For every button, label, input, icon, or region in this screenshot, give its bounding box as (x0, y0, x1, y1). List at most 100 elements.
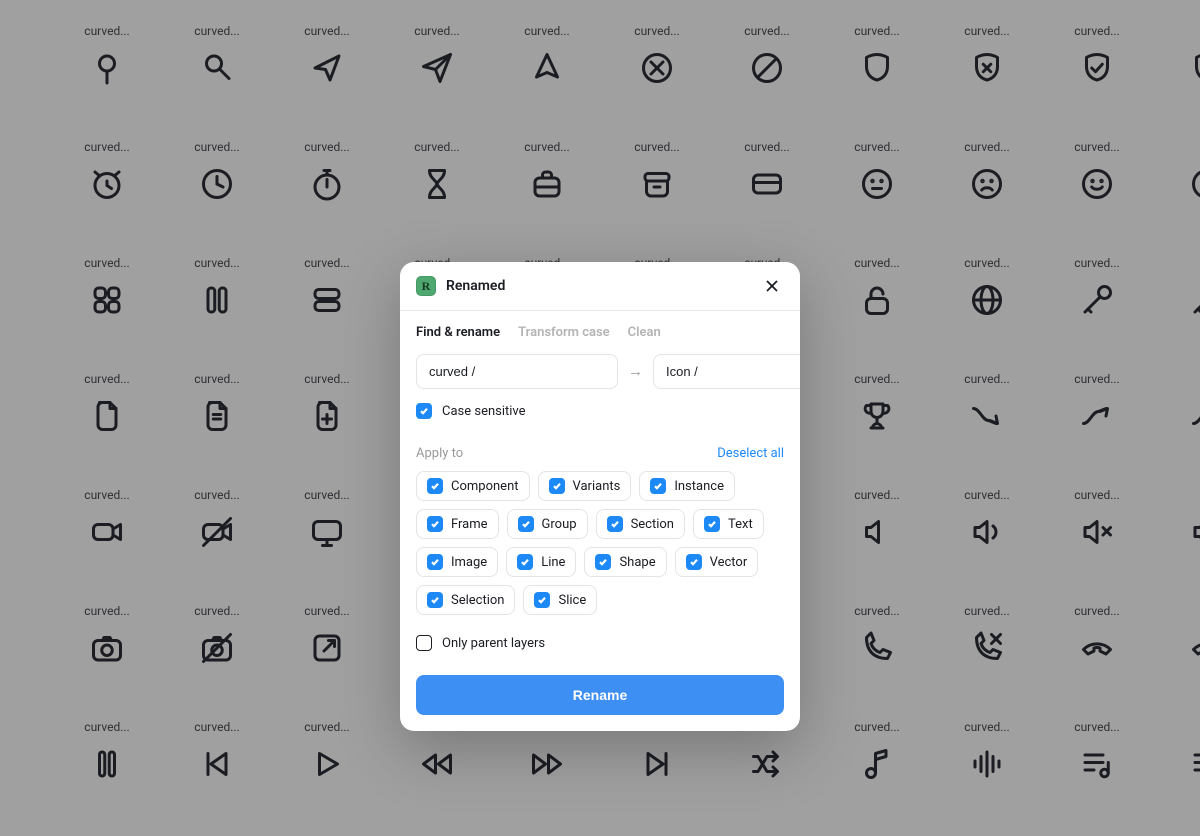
app-badge-icon: R (416, 276, 436, 296)
rename-button[interactable]: Rename (416, 675, 784, 715)
canvas-item-phone-end[interactable]: curved... (1042, 604, 1152, 720)
filter-chip-text[interactable]: Text (693, 509, 764, 539)
canvas-item-globe[interactable]: curved... (932, 256, 1042, 372)
rename-dialog: R Renamed Find & rename Transform case C… (400, 262, 800, 731)
canvas-item-file-plus[interactable]: curved... (272, 372, 382, 488)
filter-chip-frame[interactable]: Frame (416, 509, 499, 539)
canvas-item-phone-missed[interactable]: curved... (932, 604, 1042, 720)
canvas-item-video[interactable]: curved... (52, 488, 162, 604)
face-neutral-icon (855, 162, 899, 206)
canvas-item-send[interactable]: curved... (272, 24, 382, 140)
canvas-item-circle-cross[interactable]: curved... (602, 24, 712, 140)
canvas-item-playlist[interactable]: curved... (1042, 720, 1152, 836)
canvas-item-pause[interactable]: curved... (162, 256, 272, 372)
canvas-item-video-off[interactable]: curved... (162, 488, 272, 604)
canvas-item-phone[interactable]: curved... (822, 604, 932, 720)
canvas-item-skip-forward[interactable]: curved... (602, 720, 712, 836)
canvas-item-file-blank[interactable]: curved... (52, 372, 162, 488)
canvas-item-skip-back[interactable]: curved... (162, 720, 272, 836)
checkbox-icon (595, 554, 611, 570)
filter-chip-variants[interactable]: Variants (538, 471, 632, 501)
canvas-item-music-note[interactable]: curved... (822, 720, 932, 836)
canvas-item-credit-card[interactable]: curved... (712, 140, 822, 256)
canvas-item-play[interactable]: curved... (272, 720, 382, 836)
canvas-item-stopwatch[interactable]: curved... (272, 140, 382, 256)
find-input[interactable] (416, 354, 618, 389)
canvas-item-shield-cross[interactable]: curved... (932, 24, 1042, 140)
filter-chip-label: Instance (674, 479, 724, 494)
canvas-item-rewind[interactable]: curved... (382, 720, 492, 836)
canvas-item-camera-off[interactable]: curved... (162, 604, 272, 720)
canvas-item-label: curved... (964, 604, 1009, 618)
canvas-item-face-smile[interactable]: cu (1152, 140, 1200, 256)
checkbox-icon (427, 478, 443, 494)
canvas-item-key[interactable]: curved... (1042, 256, 1152, 372)
canvas-item-face-sad[interactable]: curved... (932, 140, 1042, 256)
filter-chip-group[interactable]: Group (507, 509, 588, 539)
canvas-item-label: curved... (194, 372, 239, 386)
filter-chip-vector[interactable]: Vector (675, 547, 759, 577)
filter-chip-shape[interactable]: Shape (584, 547, 666, 577)
tab-find-rename[interactable]: Find & rename (416, 325, 500, 340)
canvas-item-shield[interactable]: curved... (822, 24, 932, 140)
canvas-item-shuffle[interactable]: curved... (712, 720, 822, 836)
canvas-item-label: curved... (964, 372, 1009, 386)
volume-icon (965, 510, 1009, 554)
canvas-item-ban[interactable]: curved... (712, 24, 822, 140)
filter-chip-component[interactable]: Component (416, 471, 530, 501)
filter-chip-instance[interactable]: Instance (639, 471, 735, 501)
filter-chip-line[interactable]: Line (506, 547, 576, 577)
filter-chip-label: Line (541, 555, 565, 570)
canvas-item-volume-low[interactable]: curved... (822, 488, 932, 604)
canvas-item-clock[interactable]: curved... (162, 140, 272, 256)
canvas-item-face-neutral[interactable]: curved... (822, 140, 932, 256)
canvas-item-archive[interactable]: curved... (602, 140, 712, 256)
canvas-item-trend-up[interactable]: curved... (1042, 372, 1152, 488)
canvas-item-pin-tilt[interactable]: curved... (162, 24, 272, 140)
canvas-item-pin-round[interactable]: curved... (52, 24, 162, 140)
filter-chip-selection[interactable]: Selection (416, 585, 515, 615)
filter-chip-section[interactable]: Section (596, 509, 685, 539)
canvas-item-volume-mute[interactable]: curved... (1042, 488, 1152, 604)
canvas-item-paper-plane[interactable]: curved... (382, 24, 492, 140)
canvas-item-camera[interactable]: curved... (52, 604, 162, 720)
canvas-item-pause-alt[interactable]: curved... (52, 720, 162, 836)
canvas-item-volume-mute[interactable]: cu (1152, 488, 1200, 604)
canvas-item-trend-down[interactable]: curved... (932, 372, 1042, 488)
pin-round-icon (85, 46, 129, 90)
canvas-item-volume[interactable]: curved... (932, 488, 1042, 604)
canvas-item-cursor[interactable]: curved... (492, 24, 602, 140)
close-button[interactable] (760, 274, 784, 298)
deselect-all-link[interactable]: Deselect all (717, 446, 784, 461)
canvas-item-monitor[interactable]: curved... (272, 488, 382, 604)
canvas-item-alarm[interactable]: curved... (52, 140, 162, 256)
canvas-item-hourglass[interactable]: curved... (382, 140, 492, 256)
canvas-item-shield-check[interactable]: cu (1152, 24, 1200, 140)
shield-check-icon (1185, 46, 1200, 90)
tab-transform-case[interactable]: Transform case (518, 325, 610, 340)
canvas-item-external[interactable]: curved... (272, 604, 382, 720)
replace-input[interactable] (653, 354, 800, 389)
canvas-item-key[interactable]: cu (1152, 256, 1200, 372)
canvas-item-briefcase[interactable]: curved... (492, 140, 602, 256)
canvas-item-trophy[interactable]: curved... (822, 372, 932, 488)
canvas-item-file-minus[interactable]: curved... (162, 372, 272, 488)
case-sensitive-checkbox[interactable]: Case sensitive (416, 403, 526, 419)
canvas-item-trend-up[interactable]: cu (1152, 372, 1200, 488)
filter-chip-slice[interactable]: Slice (523, 585, 597, 615)
video-icon (85, 510, 129, 554)
filter-chip-image[interactable]: Image (416, 547, 498, 577)
canvas-item-audio-wave[interactable]: curved... (932, 720, 1042, 836)
only-parent-checkbox[interactable]: Only parent layers (416, 635, 545, 651)
canvas-item-shield-check[interactable]: curved... (1042, 24, 1152, 140)
filter-chip-label: Vector (710, 555, 748, 570)
canvas-item-grid-apps[interactable]: curved... (52, 256, 162, 372)
canvas-item-fast-forward[interactable]: curved... (492, 720, 602, 836)
canvas-item-playlist[interactable]: cu (1152, 720, 1200, 836)
canvas-item-list-rows[interactable]: curved... (272, 256, 382, 372)
tab-clean[interactable]: Clean (628, 325, 661, 340)
canvas-item-lock-open[interactable]: curved... (822, 256, 932, 372)
playlist-icon (1185, 742, 1200, 786)
canvas-item-face-smile[interactable]: curved... (1042, 140, 1152, 256)
canvas-item-phone-end[interactable]: cu (1152, 604, 1200, 720)
